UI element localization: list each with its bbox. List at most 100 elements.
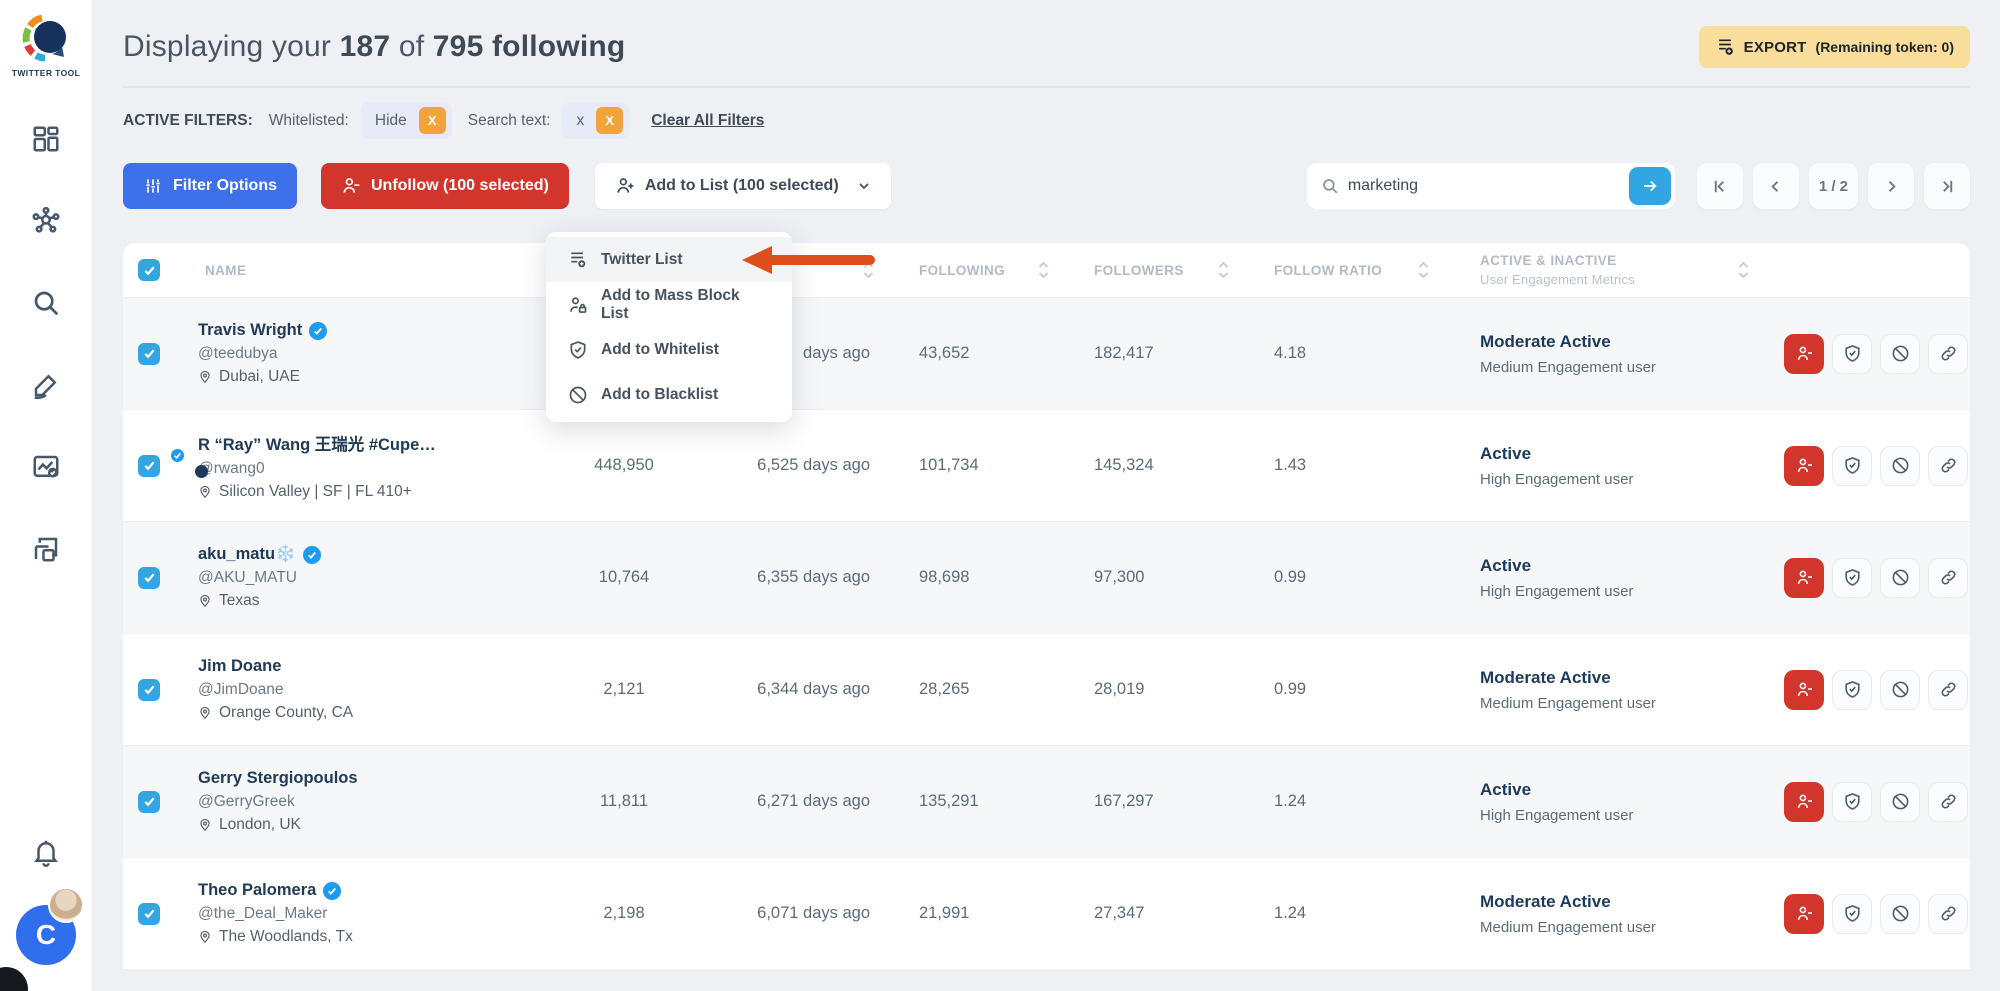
unfollow-user-button[interactable]	[1784, 894, 1824, 934]
profile-link-button[interactable]	[1928, 334, 1968, 374]
user-handle[interactable]: @teedubya	[198, 345, 327, 363]
row-checkbox[interactable]	[138, 791, 160, 813]
profile-link-button[interactable]	[1928, 894, 1968, 934]
menu-item-label: Add to Blacklist	[601, 386, 718, 404]
engagement-level: High Engagement user	[1480, 583, 1764, 600]
row-actions	[1764, 446, 1970, 486]
user-display-name[interactable]: aku_matu❄️	[198, 545, 296, 564]
user-display-name[interactable]: Travis Wright	[198, 321, 302, 340]
menu-item-twitter-list[interactable]: Twitter List	[546, 237, 792, 282]
user-info: Gerry Stergiopoulos @GerryGreek London, …	[198, 769, 358, 834]
profile-link-button[interactable]	[1928, 446, 1968, 486]
whitelist-user-button[interactable]	[1832, 446, 1872, 486]
menu-item-add-to-whitelist[interactable]: Add to Whitelist	[546, 327, 792, 372]
header-following[interactable]: FOLLOWING	[889, 261, 1064, 279]
menu-item-add-to-blacklist[interactable]: Add to Blacklist	[546, 372, 792, 417]
collections-copy-icon[interactable]	[31, 534, 61, 564]
filter-options-button[interactable]: Filter Options	[123, 163, 297, 209]
row-checkbox[interactable]	[138, 455, 160, 477]
first-page-button[interactable]	[1697, 163, 1743, 209]
user-display-name[interactable]: Jim Doane	[198, 657, 281, 676]
unfollow-selected-button[interactable]: Unfollow (100 selected)	[321, 163, 569, 209]
notifications-bell-icon[interactable]	[31, 837, 61, 867]
title-mid: of	[390, 30, 433, 63]
clear-all-filters-link[interactable]: Clear All Filters	[651, 112, 764, 130]
header-active-inactive[interactable]: ACTIVE & INACTIVE User Engagement Metric…	[1444, 253, 1764, 287]
user-handle[interactable]: @AKU_MATU	[198, 569, 321, 587]
unfollow-user-button[interactable]	[1784, 334, 1824, 374]
user-display-name[interactable]: R “Ray” Wang 王瑞光 #Cupe…	[198, 431, 436, 455]
user-location: Silicon Valley | SF | FL 410+	[219, 483, 412, 501]
last-page-button[interactable]	[1924, 163, 1970, 209]
menu-item-mass-block-list[interactable]: Add to Mass Block List	[546, 282, 792, 327]
header-divider	[123, 86, 1970, 88]
user-handle[interactable]: @the_Deal_Maker	[198, 905, 353, 923]
last-tweet-age: 6,071 days ago	[699, 904, 889, 923]
unfollow-user-button[interactable]	[1784, 558, 1824, 598]
user-info: Travis Wright @teedubya Dubai, UAE	[198, 321, 327, 386]
search-input[interactable]	[1348, 177, 1620, 195]
row-checkbox[interactable]	[138, 343, 160, 365]
header-name[interactable]: NAME	[175, 263, 549, 278]
header-followers[interactable]: FOLLOWERS	[1064, 261, 1244, 279]
profile-link-button[interactable]	[1928, 670, 1968, 710]
remove-filter-button[interactable]: X	[419, 107, 446, 134]
unfollow-user-button[interactable]	[1784, 446, 1824, 486]
sort-icon[interactable]	[862, 261, 875, 279]
blacklist-user-button[interactable]	[1880, 334, 1920, 374]
ban-icon	[568, 385, 588, 405]
analytics-image-icon[interactable]	[31, 452, 61, 482]
sort-icon[interactable]	[1737, 261, 1750, 279]
user-display-name[interactable]: Gerry Stergiopoulos	[198, 769, 358, 788]
compose-pen-icon[interactable]	[31, 370, 61, 400]
whitelist-user-button[interactable]	[1832, 334, 1872, 374]
network-hub-icon[interactable]	[31, 206, 61, 236]
whitelist-user-button[interactable]	[1832, 782, 1872, 822]
blacklist-user-button[interactable]	[1880, 558, 1920, 598]
user-handle[interactable]: @GerryGreek	[198, 793, 358, 811]
unfollow-user-button[interactable]	[1784, 670, 1824, 710]
unfollow-user-button[interactable]	[1784, 782, 1824, 822]
unfollow-label: Unfollow (100 selected)	[371, 177, 549, 195]
user-location-line: Dubai, UAE	[198, 368, 327, 386]
blacklist-user-button[interactable]	[1880, 782, 1920, 822]
page-indicator: 1 / 2	[1809, 163, 1858, 209]
blacklist-user-button[interactable]	[1880, 670, 1920, 710]
sort-icon[interactable]	[1217, 261, 1230, 279]
dashboard-icon[interactable]	[31, 124, 61, 154]
sort-icon[interactable]	[1417, 261, 1430, 279]
user-handle[interactable]: @rwang0	[198, 460, 436, 478]
verified-badge-icon	[303, 546, 321, 564]
blacklist-user-button[interactable]	[1880, 446, 1920, 486]
twitter-tool-logo-icon	[20, 12, 72, 64]
person-lock-icon	[568, 295, 588, 315]
row-checkbox[interactable]	[138, 903, 160, 925]
header-follow-ratio[interactable]: FOLLOW RATIO	[1244, 261, 1444, 279]
ban-icon	[1891, 456, 1910, 475]
prev-page-button[interactable]	[1753, 163, 1799, 209]
tweets-count: 2,198	[549, 904, 699, 923]
next-page-button[interactable]	[1868, 163, 1914, 209]
user-location: The Woodlands, Tx	[219, 928, 353, 946]
whitelist-user-button[interactable]	[1832, 558, 1872, 598]
profile-link-button[interactable]	[1928, 782, 1968, 822]
profile-link-button[interactable]	[1928, 558, 1968, 598]
whitelist-user-button[interactable]	[1832, 894, 1872, 934]
add-to-list-dropdown-button[interactable]: Add to List (100 selected)	[595, 163, 891, 209]
user-display-name[interactable]: Theo Palomera	[198, 881, 316, 900]
blacklist-user-button[interactable]	[1880, 894, 1920, 934]
chat-widget[interactable]: C	[16, 905, 76, 965]
active-filters-label: ACTIVE FILTERS:	[123, 112, 253, 130]
ban-icon	[1891, 680, 1910, 699]
row-checkbox[interactable]	[138, 679, 160, 701]
remove-filter-button[interactable]: X	[596, 107, 623, 134]
sort-icon[interactable]	[1037, 261, 1050, 279]
search-submit-button[interactable]	[1629, 167, 1671, 205]
whitelist-user-button[interactable]	[1832, 670, 1872, 710]
activity-status-cell: Moderate Active Medium Engagement user	[1444, 668, 1764, 712]
search-nav-icon[interactable]	[31, 288, 61, 318]
export-button[interactable]: EXPORT (Remaining token: 0)	[1699, 26, 1970, 68]
select-all-checkbox[interactable]	[138, 259, 160, 281]
row-checkbox[interactable]	[138, 567, 160, 589]
user-handle[interactable]: @JimDoane	[198, 681, 353, 699]
